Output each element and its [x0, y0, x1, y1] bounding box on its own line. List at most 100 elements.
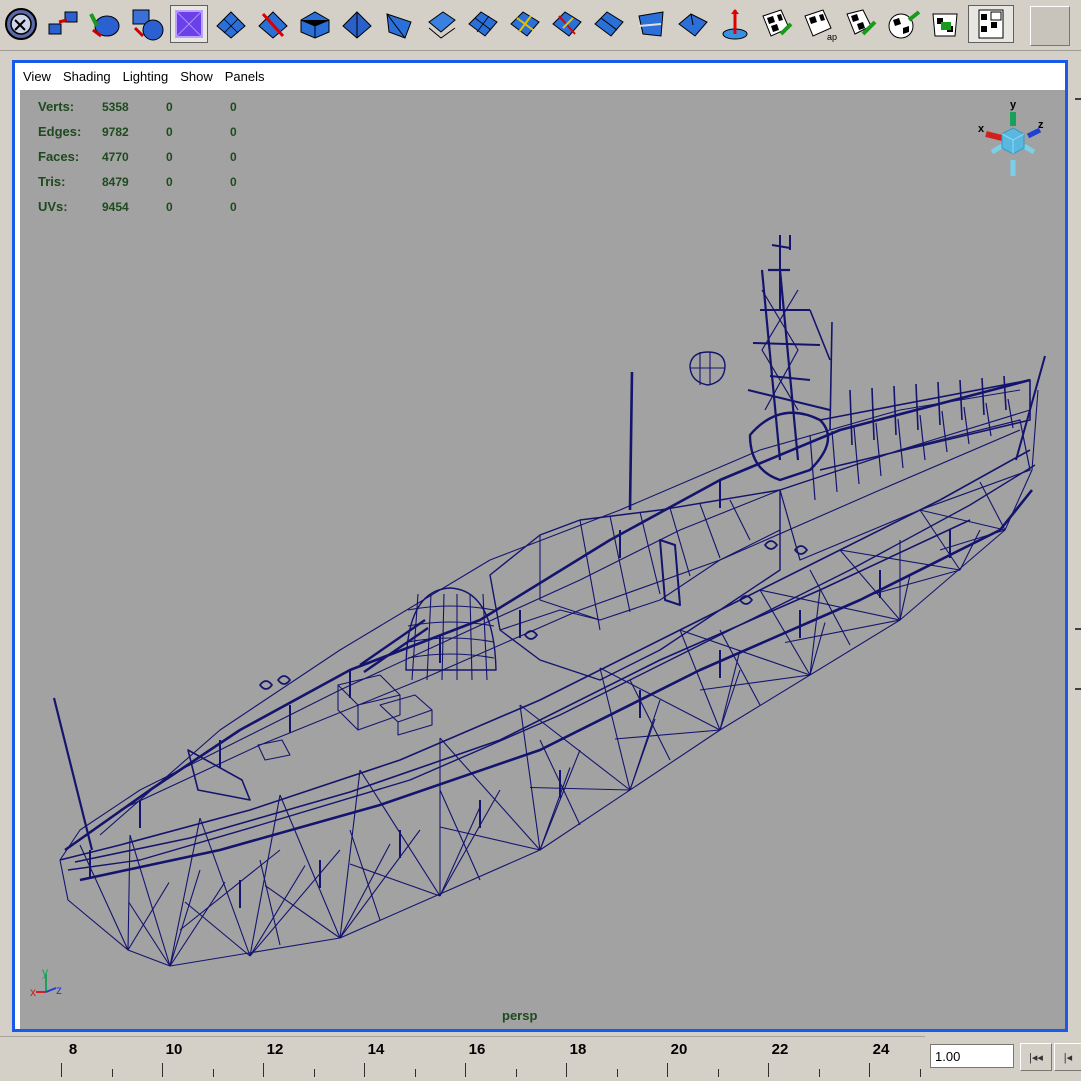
timeline-tick: [313, 1069, 315, 1077]
view-cube-x-label: x: [978, 123, 985, 135]
hud-value: 0: [166, 124, 173, 139]
view-cube-icon[interactable]: y x z: [978, 98, 1048, 180]
timeline-tick: [212, 1069, 214, 1077]
uv-layout-icon[interactable]: [842, 5, 880, 43]
split-edge-icon[interactable]: [548, 5, 586, 43]
hud-value: 0: [230, 174, 237, 189]
hud-label: Edges:: [38, 124, 82, 139]
timeline-tick: [566, 1063, 567, 1077]
step-back-icon: |◂: [1063, 1051, 1073, 1064]
timeline-tick: [465, 1063, 466, 1077]
timeline-tick: [768, 1063, 769, 1077]
uv-editor-icon[interactable]: [968, 5, 1014, 43]
menu-show[interactable]: Show: [180, 69, 213, 84]
wedge-icon[interactable]: [674, 5, 712, 43]
timeline-tick-label: 24: [872, 1041, 890, 1058]
wedge-face-icon[interactable]: [338, 5, 376, 43]
uv-relax-icon[interactable]: [926, 5, 964, 43]
timeline-tick: [515, 1069, 517, 1077]
hud-label: Tris:: [38, 174, 66, 189]
timeline-tick: [717, 1069, 719, 1077]
extrude-icon[interactable]: [86, 5, 124, 43]
ship-wireframe-model: [52, 235, 1046, 967]
hud-value: 0: [230, 99, 237, 114]
duplicate-face-icon[interactable]: [422, 5, 460, 43]
uv-checker-icon[interactable]: [758, 5, 796, 43]
timeline-tick: [869, 1063, 870, 1077]
timeline-tick: [616, 1069, 618, 1077]
hud-value: 4770: [102, 149, 129, 164]
svg-text:ap: ap: [827, 32, 837, 42]
timeline-tick: [61, 1063, 62, 1077]
hud-value: 9782: [102, 124, 129, 139]
timeline-tick-label: 16: [468, 1041, 486, 1058]
go-to-start-icon: |◂◂: [1029, 1051, 1043, 1064]
uv-map-icon[interactable]: ap: [800, 5, 838, 43]
timeline-tick: [414, 1069, 416, 1077]
polygon-plane-icon[interactable]: [212, 5, 250, 43]
origin-z-label: z: [56, 983, 62, 997]
hud-value: 8479: [102, 174, 129, 189]
uv-sphere-map-icon[interactable]: [884, 5, 922, 43]
poly-count-hud: Verts: 5358 0 0 Edges: 9782 0 0 Faces: 4…: [38, 94, 294, 219]
go-to-start-button[interactable]: |◂◂: [1020, 1043, 1052, 1071]
cube-primitive-icon[interactable]: [170, 5, 208, 43]
3d-viewport[interactable]: Verts: 5358 0 0 Edges: 9782 0 0 Faces: 4…: [20, 90, 1065, 1029]
hud-label: Faces:: [38, 149, 80, 164]
origin-axis-icon: x y z: [30, 966, 62, 999]
select-tool-icon[interactable]: [2, 5, 40, 43]
shelf-toolbar: ap: [0, 0, 1081, 51]
poke-face-icon[interactable]: [380, 5, 418, 43]
panel-divider-mark: [1075, 98, 1081, 100]
hud-value: 9454: [102, 199, 129, 214]
timeline-tick-label: 12: [266, 1041, 284, 1058]
hud-value: 5358: [102, 99, 129, 114]
smooth-icon[interactable]: [464, 5, 502, 43]
timeline-tick-label: 18: [569, 1041, 587, 1058]
timeline-tick: [263, 1063, 264, 1077]
hud-value: 0: [230, 149, 237, 164]
timeline-tick: [364, 1063, 365, 1077]
hud-row-faces: Faces: 4770 0 0: [38, 144, 294, 169]
insert-edge-loop-icon[interactable]: [590, 5, 628, 43]
perspective-panel: View Shading Lighting Show Panels Verts:…: [12, 60, 1068, 1032]
current-frame-field[interactable]: [930, 1044, 1014, 1068]
view-cube-y-label: y: [1010, 99, 1017, 111]
timeline-tick: [111, 1069, 113, 1077]
hud-row-edges: Edges: 9782 0 0: [38, 119, 294, 144]
cut-faces-icon[interactable]: [254, 5, 292, 43]
timeline-tick: [919, 1069, 921, 1077]
view-cube-z-label: z: [1038, 119, 1044, 131]
panel-divider-mark: [1075, 688, 1081, 690]
hud-row-uvs: UVs: 9454 0 0: [38, 194, 294, 219]
timeline-tick: [667, 1063, 668, 1077]
hud-row-tris: Tris: 8479 0 0: [38, 169, 294, 194]
hud-value: 0: [230, 124, 237, 139]
hud-value: 0: [166, 174, 173, 189]
timeline-tick-label: 8: [68, 1041, 78, 1058]
hud-value: 0: [166, 99, 173, 114]
subdivide-icon[interactable]: [506, 5, 544, 43]
menu-lighting[interactable]: Lighting: [123, 69, 169, 84]
timeline-tick-label: 10: [165, 1041, 183, 1058]
menu-shading[interactable]: Shading: [63, 69, 111, 84]
bevel-icon[interactable]: [296, 5, 334, 43]
hud-value: 0: [230, 199, 237, 214]
split-polygon-icon[interactable]: [128, 5, 166, 43]
step-back-button[interactable]: |◂: [1054, 1043, 1081, 1071]
hud-value: 0: [166, 199, 173, 214]
merge-components-icon[interactable]: [44, 5, 82, 43]
origin-x-label: x: [30, 985, 36, 999]
time-slider[interactable]: 8 10 12 14 16 18 20 22 24: [0, 1036, 925, 1081]
empty-shelf-slot[interactable]: [1030, 6, 1070, 46]
menu-panels[interactable]: Panels: [225, 69, 265, 84]
transform-component-icon[interactable]: [716, 5, 754, 43]
panel-menu-bar: View Shading Lighting Show Panels: [15, 63, 1065, 90]
right-panel-edge[interactable]: [1072, 54, 1081, 1034]
origin-y-label: y: [42, 966, 48, 979]
hud-value: 0: [166, 149, 173, 164]
menu-view[interactable]: View: [23, 69, 51, 84]
timeline-tick: [818, 1069, 820, 1077]
append-polygon-icon[interactable]: [632, 5, 670, 43]
timeline-tick-label: 20: [670, 1041, 688, 1058]
